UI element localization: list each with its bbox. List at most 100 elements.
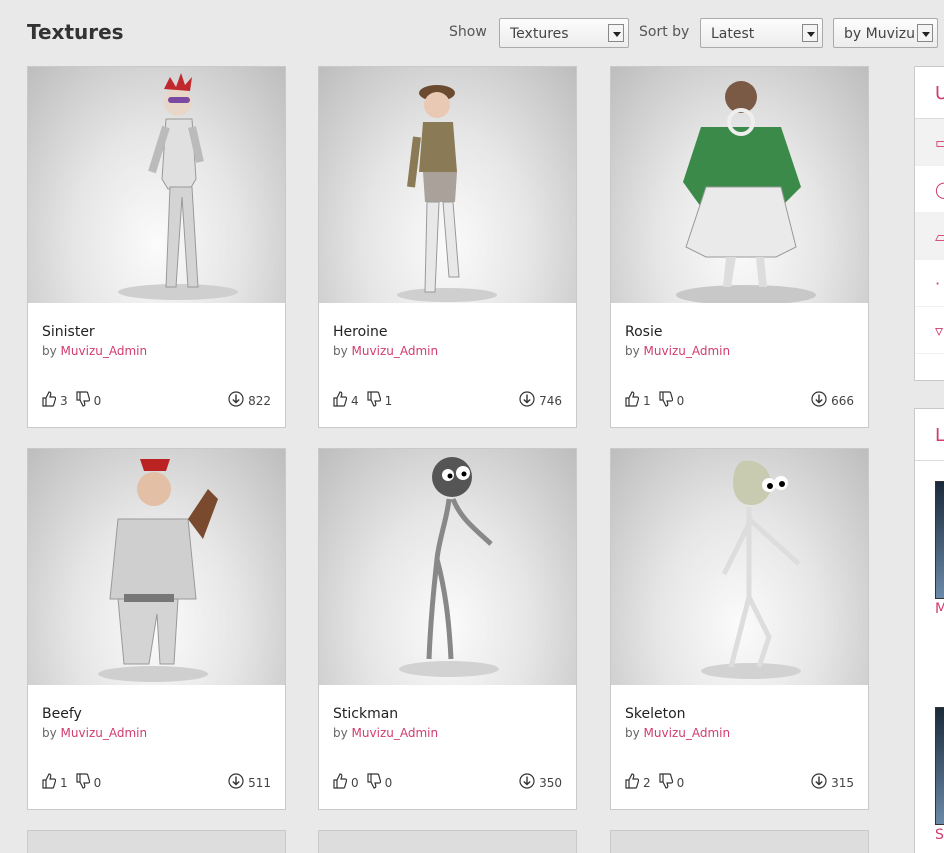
dislike-button[interactable]: 0 bbox=[659, 391, 685, 410]
card-votes: 20 bbox=[625, 773, 692, 792]
card-votes: 10 bbox=[625, 391, 692, 410]
author-link[interactable]: Muvizu_Admin bbox=[644, 726, 731, 740]
author-link[interactable]: Muvizu_Admin bbox=[61, 344, 148, 358]
texture-card[interactable]: Beefy by Muvizu_Admin 1 0 511 bbox=[27, 448, 286, 810]
thumbs-up-icon bbox=[333, 391, 351, 410]
dislike-button[interactable]: 0 bbox=[76, 773, 101, 792]
thumbs-down-icon bbox=[76, 391, 94, 410]
sidebar-panel-latest: L M S bbox=[914, 408, 944, 853]
character-thumbnail[interactable] bbox=[28, 67, 285, 303]
download-button[interactable]: 315 bbox=[811, 773, 854, 792]
like-button[interactable]: 2 bbox=[625, 773, 651, 792]
author-link[interactable]: Muvizu_Admin bbox=[352, 344, 439, 358]
character-thumbnail[interactable] bbox=[319, 449, 576, 685]
thumbs-down-icon bbox=[659, 773, 677, 792]
download-button[interactable]: 746 bbox=[519, 391, 562, 410]
card-partial[interactable] bbox=[610, 830, 869, 853]
character-thumbnail[interactable] bbox=[28, 449, 285, 685]
textures-page: Textures Show Textures Sort by Latest by… bbox=[0, 0, 944, 853]
card-author-line: by Muvizu_Admin bbox=[625, 726, 730, 740]
card-title[interactable]: Skeleton bbox=[625, 706, 686, 722]
sidebar-link[interactable]: M bbox=[935, 601, 944, 617]
dislike-count: 0 bbox=[676, 393, 685, 408]
download-button[interactable]: 511 bbox=[228, 773, 271, 792]
sort-label: Sort by bbox=[639, 24, 690, 40]
dislike-button[interactable]: 0 bbox=[76, 391, 102, 410]
like-button[interactable]: 4 bbox=[333, 391, 359, 410]
author-link[interactable]: Muvizu_Admin bbox=[61, 726, 148, 740]
by-label: by bbox=[333, 344, 348, 358]
download-count: 511 bbox=[248, 775, 271, 790]
character-thumbnail[interactable] bbox=[611, 449, 868, 685]
card-votes: 00 bbox=[333, 773, 400, 792]
sidebar-item[interactable]: ◯ bbox=[915, 166, 944, 213]
author-link[interactable]: Muvizu_Admin bbox=[644, 344, 731, 358]
thumbs-up-icon bbox=[42, 391, 60, 410]
by-label: by bbox=[333, 726, 348, 740]
character-thumbnail[interactable] bbox=[611, 67, 868, 303]
by-label: by bbox=[42, 344, 57, 358]
download-button[interactable]: 350 bbox=[519, 773, 562, 792]
sidebar-link[interactable]: S bbox=[935, 827, 944, 843]
download-button[interactable]: 822 bbox=[228, 391, 271, 410]
sidebar-thumbnail[interactable] bbox=[935, 481, 944, 599]
author-link[interactable]: Muvizu_Admin bbox=[352, 726, 439, 740]
sidebar-panel-upload: U ▭ ◯ ▱ · ▿ bbox=[914, 66, 944, 381]
thumbs-up-icon bbox=[625, 773, 643, 792]
card-partial[interactable] bbox=[27, 830, 286, 853]
character-thumbnail[interactable] bbox=[319, 67, 576, 303]
card-title[interactable]: Sinister bbox=[42, 324, 95, 340]
texture-card[interactable]: Sinister by Muvizu_Admin 3 0 822 bbox=[27, 66, 286, 428]
download-count: 315 bbox=[831, 775, 854, 790]
texture-card[interactable]: Heroine by Muvizu_Admin 4 1 746 bbox=[318, 66, 577, 428]
sidebar-item[interactable]: ▭ bbox=[915, 119, 944, 166]
dislike-count: 1 bbox=[384, 393, 393, 408]
card-title[interactable]: Stickman bbox=[333, 706, 398, 722]
card-partial[interactable] bbox=[318, 830, 577, 853]
download-icon bbox=[228, 773, 248, 792]
like-button[interactable]: 3 bbox=[42, 391, 68, 410]
card-title[interactable]: Rosie bbox=[625, 324, 662, 340]
download-icon bbox=[811, 773, 831, 792]
download-count: 350 bbox=[539, 775, 562, 790]
dislike-button[interactable]: 1 bbox=[367, 391, 393, 410]
texture-card[interactable]: Skeleton by Muvizu_Admin 2 0 315 bbox=[610, 448, 869, 810]
dislike-button[interactable]: 0 bbox=[659, 773, 685, 792]
dislike-count: 0 bbox=[676, 775, 685, 790]
sort-select-value: Latest bbox=[711, 26, 755, 42]
texture-card[interactable]: Rosie by Muvizu_Admin 1 0 666 bbox=[610, 66, 869, 428]
card-votes: 30 bbox=[42, 391, 109, 410]
sidebar-item[interactable]: ▿ bbox=[915, 307, 944, 354]
sort-select[interactable]: Latest bbox=[700, 18, 823, 48]
card-author-line: by Muvizu_Admin bbox=[625, 344, 730, 358]
show-select[interactable]: Textures bbox=[499, 18, 629, 48]
sidebar-item[interactable]: ▱ bbox=[915, 213, 944, 260]
download-count: 746 bbox=[539, 393, 562, 408]
video-icon: ▭ bbox=[935, 133, 944, 152]
download-button[interactable]: 666 bbox=[811, 391, 854, 410]
by-label: by bbox=[42, 726, 57, 740]
dislike-button[interactable]: 0 bbox=[367, 773, 392, 792]
sidebar-item[interactable]: · bbox=[915, 260, 944, 307]
author-select[interactable]: by Muvizu bbox=[833, 18, 938, 48]
card-votes: 10 bbox=[42, 773, 109, 792]
card-title[interactable]: Heroine bbox=[333, 324, 388, 340]
card-author-line: by Muvizu_Admin bbox=[42, 726, 147, 740]
like-count: 1 bbox=[60, 775, 68, 790]
thumbs-up-icon bbox=[42, 773, 60, 792]
texture-card[interactable]: Stickman by Muvizu_Admin 0 0 350 bbox=[318, 448, 577, 810]
by-label: by bbox=[625, 344, 640, 358]
chevron-down-icon bbox=[802, 24, 818, 42]
like-button[interactable]: 0 bbox=[333, 773, 359, 792]
card-title[interactable]: Beefy bbox=[42, 706, 82, 722]
sidebar-thumbnail[interactable] bbox=[935, 707, 944, 825]
dislike-count: 0 bbox=[93, 393, 102, 408]
like-button[interactable]: 1 bbox=[625, 391, 651, 410]
thumbs-up-icon bbox=[625, 391, 643, 410]
download-icon bbox=[519, 391, 539, 410]
thumbs-down-icon bbox=[367, 773, 385, 792]
like-count: 1 bbox=[643, 393, 651, 408]
like-count: 2 bbox=[643, 775, 651, 790]
download-count: 822 bbox=[248, 393, 271, 408]
like-button[interactable]: 1 bbox=[42, 773, 68, 792]
